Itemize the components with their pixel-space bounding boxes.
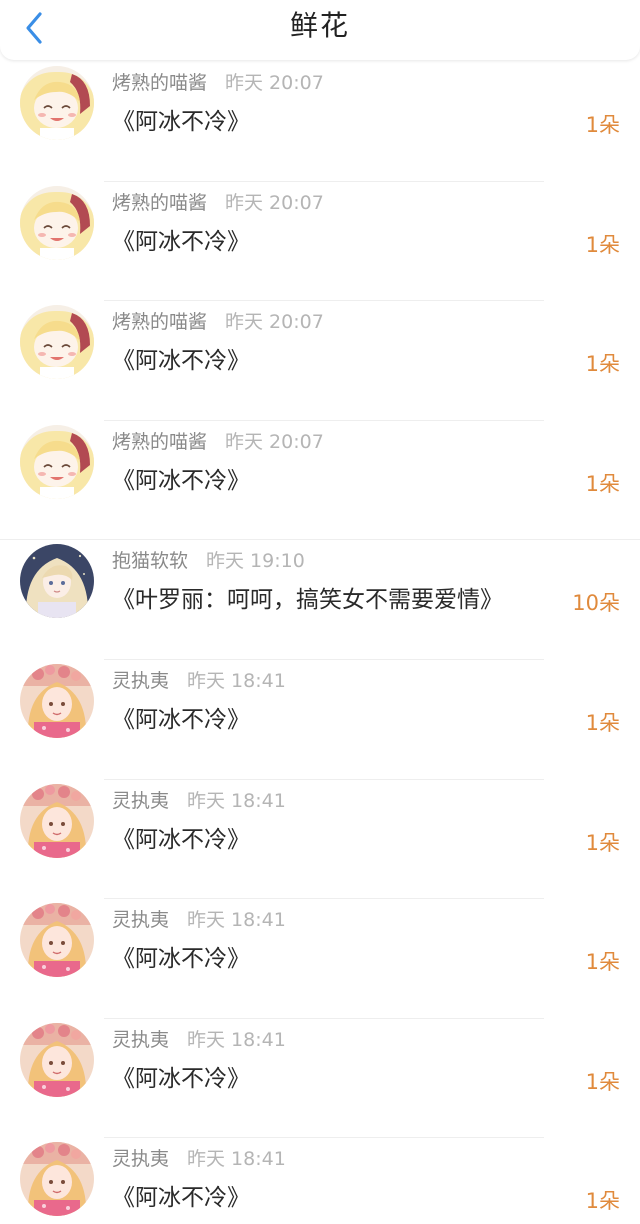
flower-count: 1朵	[585, 830, 620, 855]
list-item[interactable]: 烤熟的喵酱 昨天 20:07 《阿冰不冷》 1朵	[0, 301, 640, 421]
avatar[interactable]	[20, 305, 94, 380]
timestamp: 昨天 18:41	[187, 909, 286, 932]
username[interactable]: 灵执夷	[112, 790, 169, 812]
timestamp: 昨天 20:07	[225, 430, 324, 453]
list-item[interactable]: 灵执夷 昨天 18:41 《阿冰不冷》 1朵	[0, 780, 640, 900]
username[interactable]: 烤熟的喵酱	[112, 431, 207, 453]
item-meta: 烤熟的喵酱 昨天 20:07	[112, 429, 324, 455]
book-title[interactable]: 《阿冰不冷》	[112, 345, 250, 377]
timestamp: 昨天 18:41	[187, 669, 286, 692]
username[interactable]: 烤熟的喵酱	[112, 311, 207, 333]
book-title[interactable]: 《阿冰不冷》	[112, 943, 250, 975]
avatar[interactable]	[20, 544, 94, 619]
book-title[interactable]: 《阿冰不冷》	[112, 704, 250, 736]
item-meta: 灵执夷 昨天 18:41	[112, 788, 286, 814]
flower-list: 烤熟的喵酱 昨天 20:07 《阿冰不冷》 1朵 烤熟的喵酱 昨天 20:07 《阿冰不冷…	[0, 62, 640, 1224]
username[interactable]: 烤熟的喵酱	[112, 72, 207, 94]
avatar[interactable]	[20, 783, 94, 858]
timestamp: 昨天 19:10	[206, 550, 305, 573]
item-meta: 烤熟的喵酱 昨天 20:07	[112, 70, 324, 96]
timestamp: 昨天 20:07	[225, 191, 324, 214]
flower-count: 1朵	[585, 1069, 620, 1094]
item-meta: 灵执夷 昨天 18:41	[112, 1027, 286, 1053]
username[interactable]: 灵执夷	[112, 909, 169, 931]
flower-count: 1朵	[585, 1189, 620, 1214]
timestamp: 昨天 18:41	[187, 1148, 286, 1171]
avatar[interactable]	[20, 66, 94, 140]
timestamp: 昨天 18:41	[187, 1028, 286, 1051]
username[interactable]: 灵执夷	[112, 670, 169, 692]
book-title[interactable]: 《阿冰不冷》	[112, 465, 250, 497]
list-item[interactable]: 灵执夷 昨天 18:41 《阿冰不冷》 1朵	[0, 660, 640, 780]
list-item[interactable]: 灵执夷 昨天 18:41 《阿冰不冷》 1朵	[0, 1019, 640, 1139]
item-meta: 灵执夷 昨天 18:41	[112, 907, 286, 933]
username[interactable]: 抱猫软软	[112, 550, 188, 572]
username[interactable]: 灵执夷	[112, 1029, 169, 1051]
book-title[interactable]: 《阿冰不冷》	[112, 106, 250, 138]
list-item[interactable]: 烤熟的喵酱 昨天 20:07 《阿冰不冷》 1朵	[0, 62, 640, 182]
username[interactable]: 烤熟的喵酱	[112, 192, 207, 214]
list-item[interactable]: 烤熟的喵酱 昨天 20:07 《阿冰不冷》 1朵	[0, 421, 640, 541]
item-meta: 抱猫软软 昨天 19:10	[112, 548, 305, 574]
timestamp: 昨天 20:07	[225, 72, 324, 94]
timestamp: 昨天 18:41	[187, 789, 286, 812]
book-title[interactable]: 《阿冰不冷》	[112, 1182, 250, 1214]
item-meta: 烤熟的喵酱 昨天 20:07	[112, 190, 324, 216]
avatar[interactable]	[20, 424, 94, 499]
flower-count: 1朵	[585, 471, 620, 496]
book-title[interactable]: 《阿冰不冷》	[112, 824, 250, 856]
book-title[interactable]: 《阿冰不冷》	[112, 1063, 250, 1095]
timestamp: 昨天 20:07	[225, 311, 324, 334]
username[interactable]: 灵执夷	[112, 1148, 169, 1170]
flower-count: 1朵	[585, 352, 620, 377]
book-title[interactable]: 《叶罗丽：呵呵，搞笑女不需要爱情》	[112, 584, 503, 616]
flower-count: 1朵	[585, 710, 620, 735]
page-title: 鲜花	[289, 9, 350, 42]
list-item[interactable]: 灵执夷 昨天 18:41 《阿冰不冷》 1朵	[0, 1138, 640, 1224]
list-item[interactable]: 抱猫软软 昨天 19:10 《叶罗丽：呵呵，搞笑女不需要爱情》 10朵	[0, 540, 640, 660]
top-bar: 鲜花	[0, 0, 640, 60]
flower-count: 10朵	[572, 591, 620, 616]
flower-count: 1朵	[585, 113, 620, 137]
avatar[interactable]	[20, 1022, 94, 1097]
avatar[interactable]	[20, 663, 94, 738]
avatar[interactable]	[20, 185, 94, 260]
list-item[interactable]: 灵执夷 昨天 18:41 《阿冰不冷》 1朵	[0, 899, 640, 1019]
item-meta: 灵执夷 昨天 18:41	[112, 668, 286, 694]
item-meta: 灵执夷 昨天 18:41	[112, 1146, 286, 1172]
item-meta: 烤熟的喵酱 昨天 20:07	[112, 309, 324, 335]
flower-count: 1朵	[585, 950, 620, 975]
avatar[interactable]	[20, 1142, 94, 1217]
flower-count: 1朵	[585, 232, 620, 257]
book-title[interactable]: 《阿冰不冷》	[112, 226, 250, 258]
flowers-page: 鲜花 烤熟的喵酱 昨天 20:07 《阿冰不冷》 1朵 烤熟的喵酱 昨天 20:07 《阿…	[0, 0, 640, 1224]
avatar[interactable]	[20, 903, 94, 978]
list-item[interactable]: 烤熟的喵酱 昨天 20:07 《阿冰不冷》 1朵	[0, 182, 640, 302]
